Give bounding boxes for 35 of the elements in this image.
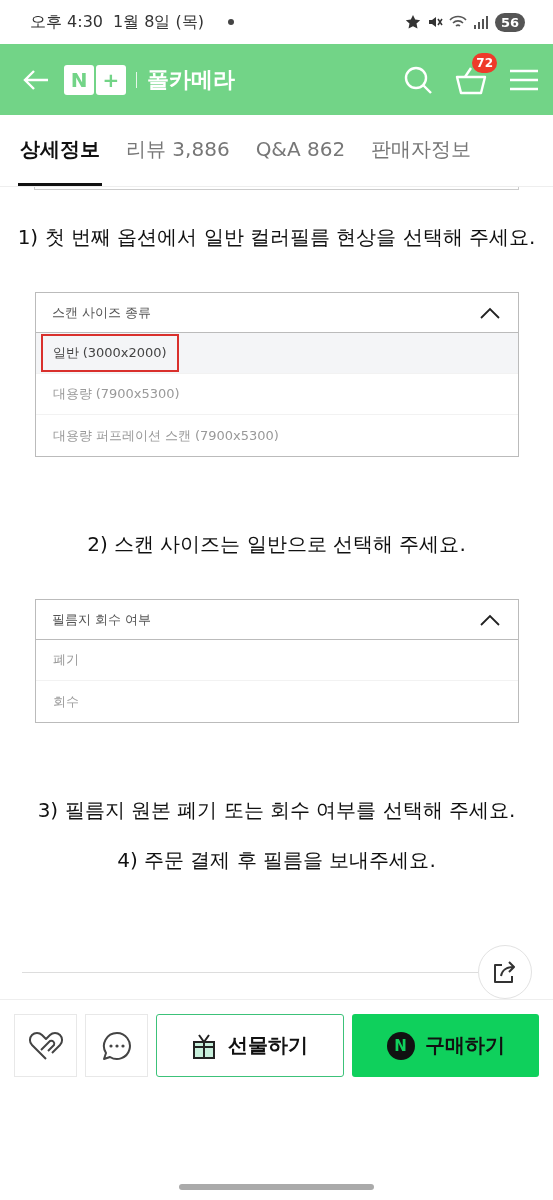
share-button[interactable]: [477, 945, 532, 999]
notification-dot: [228, 19, 235, 25]
mute-icon: [426, 14, 443, 30]
status-date: 1월 8일 (목): [113, 11, 205, 33]
cart-count-badge: 72: [472, 52, 497, 73]
dropdown-option[interactable]: 폐기: [35, 640, 518, 681]
buy-button[interactable]: N 구매하기: [352, 1014, 539, 1077]
battery-level: 56: [494, 12, 525, 32]
instruction-text: 2) 스캔 사이즈는 일반으로 선택해 주세요.: [86, 531, 467, 558]
dropdown-title[interactable]: 필름지 회수 여부: [51, 610, 151, 629]
share-icon: [491, 960, 518, 984]
status-time: 오후 4:30: [30, 11, 103, 33]
chevron-up-icon[interactable]: [479, 306, 500, 319]
star-icon: [404, 14, 421, 30]
highlight-frame: 일반 (3000x2000): [40, 334, 179, 372]
naver-badge: N: [386, 1031, 415, 1060]
signal-icon: [472, 14, 489, 30]
tab[interactable]: Q&A 862: [253, 115, 348, 186]
chat-button[interactable]: [85, 1014, 148, 1077]
tab[interactable]: 상세정보: [18, 115, 102, 186]
chat-bubble-icon: [101, 1030, 132, 1061]
wishlist-button[interactable]: [14, 1014, 77, 1077]
dropdown-title[interactable]: 스캔 사이즈 종류: [51, 303, 151, 322]
tab[interactable]: 리뷰 3,886: [124, 115, 232, 186]
instruction-text: 1) 첫 번째 옵션에서 일반 컬러필름 현상을 선택해 주세요.: [16, 224, 537, 251]
gift-button[interactable]: 선물하기: [156, 1014, 344, 1077]
dropdown-option[interactable]: 대용량 퍼프레이션 스캔 (7900x5300): [35, 415, 518, 456]
dropdown-option[interactable]: 일반 (3000x2000): [35, 333, 518, 374]
instruction-text: 3) 필름지 원본 폐기 또는 회수 여부를 선택해 주세요. 4) 주문 결제 후 필름을 보내주세요.: [36, 797, 517, 874]
wifi-icon: [448, 14, 467, 30]
tab[interactable]: 판매자정보: [369, 115, 474, 186]
heart-icon: [27, 1030, 64, 1061]
chevron-up-icon[interactable]: [479, 613, 500, 626]
dropdown-option[interactable]: 대용량 (7900x5300): [35, 374, 518, 415]
dropdown-option[interactable]: 회수: [35, 681, 518, 722]
